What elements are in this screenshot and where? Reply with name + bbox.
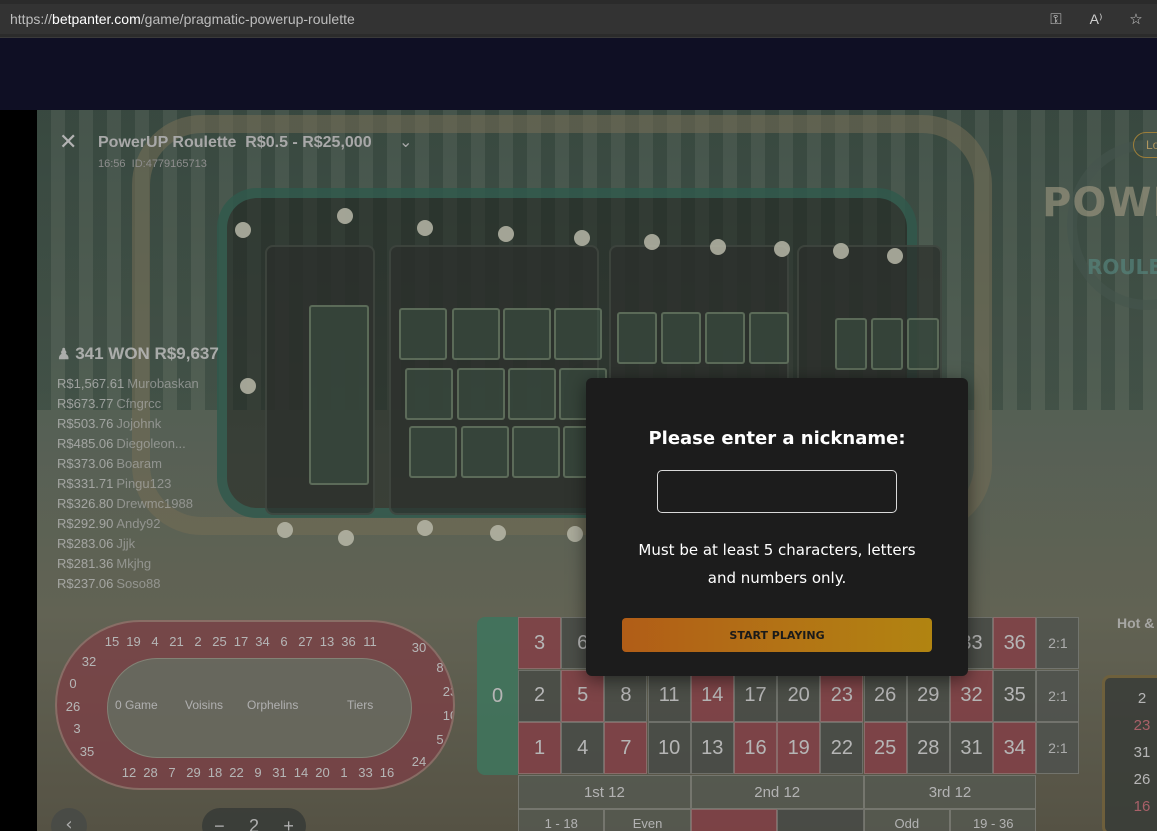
site-header-band	[0, 38, 1157, 110]
browser-toolbar: https://betpanter.com/game/pragmatic-pow…	[0, 0, 1157, 38]
game-frame: POWE ROULE ✕ PowerUP Roulette R$0.5 - R$…	[0, 110, 1157, 831]
read-aloud-icon[interactable]: A⁾	[1087, 11, 1105, 28]
nickname-dialog: Please enter a nickname: Must be at leas…	[586, 378, 968, 676]
hint-line-2: and numbers only.	[707, 569, 847, 587]
hint-line-1: Must be at least 5 characters, letters	[638, 541, 916, 559]
dialog-title: Please enter a nickname:	[648, 428, 906, 449]
url-path: /game/pragmatic-powerup-roulette	[140, 11, 355, 27]
address-bar-icons: ⚿ A⁾ ☆	[1047, 4, 1145, 34]
address-bar[interactable]: https://betpanter.com/game/pragmatic-pow…	[0, 4, 1157, 34]
nickname-input[interactable]	[657, 470, 897, 513]
start-playing-button[interactable]: START PLAYING	[622, 618, 932, 652]
url-text[interactable]: https://betpanter.com/game/pragmatic-pow…	[10, 11, 355, 27]
url-scheme: https://	[10, 11, 53, 27]
left-black-strip	[0, 110, 37, 831]
nickname-requirements: Must be at least 5 characters, letters a…	[616, 536, 938, 592]
key-icon[interactable]: ⚿	[1047, 10, 1065, 28]
url-host: betpanter.com	[52, 11, 141, 27]
favorite-star-icon[interactable]: ☆	[1127, 10, 1145, 28]
